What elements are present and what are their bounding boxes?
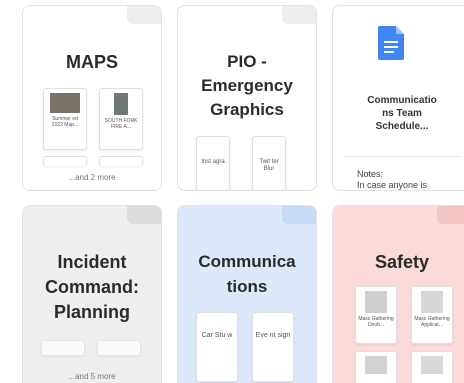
folder-card-maps[interactable]: MAPS Summer ed 2022 Map... SOUTH FORK FI… (22, 5, 162, 191)
folder-title: MAPS (65, 52, 118, 72)
more-files-count: ...and 5 more (68, 372, 116, 381)
file-preview[interactable] (41, 340, 85, 356)
folder-tab-notch (127, 6, 161, 24)
doc-card-communications-team-schedule[interactable]: Communicatio ns Team Schedule... Notes: … (332, 5, 464, 191)
file-preview-label: Summer ed 2022 Map... (51, 116, 79, 128)
folder-card-safety[interactable]: Safety Mass Gathering Doub... Mass Gathe… (332, 205, 464, 383)
file-preview[interactable] (97, 340, 141, 356)
file-preview[interactable]: Car Stu w (196, 312, 238, 382)
folder-title-line: PIO - (227, 52, 267, 71)
file-preview-label: Inst agra (201, 159, 225, 165)
map-thumbnail-icon (114, 93, 128, 115)
folder-card-pio-emergency-graphics[interactable]: PIO - Emergency Graphics Inst agra Twit … (177, 5, 317, 191)
file-preview-label: Car Stu w (201, 332, 233, 339)
doc-title-line: Schedule... (375, 121, 429, 132)
document-thumbnail-icon (421, 356, 443, 374)
folder-title-line: Planning (54, 302, 130, 322)
folder-title-line: Command: (45, 277, 139, 297)
folder-card-incident-command-planning[interactable]: Incident Command: Planning ...and 5 more (22, 205, 162, 383)
google-docs-icon (378, 26, 404, 60)
document-thumbnail-icon (421, 291, 443, 313)
file-preview[interactable] (355, 351, 397, 383)
folder-title-line: tions (226, 277, 268, 296)
file-preview[interactable]: Inst agra (196, 136, 230, 190)
file-preview[interactable] (99, 156, 143, 166)
notes-label: Notes: (357, 169, 384, 179)
folder-tab-notch (282, 6, 316, 24)
file-preview-label: Eve nt sign (255, 332, 291, 339)
file-preview[interactable]: Mass Gathering Doub... (355, 286, 397, 344)
document-thumbnail-icon (365, 356, 387, 374)
doc-title-line: Communicatio (367, 95, 437, 106)
folder-title-line: Communica (198, 252, 296, 271)
file-preview-label: Mass Gathering Doub... (358, 316, 394, 328)
notes-text: In case anyone is (357, 180, 428, 190)
folder-title: Safety (374, 252, 430, 272)
folder-tab-notch (282, 206, 316, 224)
file-preview[interactable]: Eve nt sign (252, 312, 294, 382)
file-preview[interactable] (411, 351, 453, 383)
map-thumbnail-icon (50, 93, 80, 113)
folder-grid: MAPS Summer ed 2022 Map... SOUTH FORK FI… (0, 0, 464, 383)
folder-tab-notch (437, 206, 464, 224)
file-preview[interactable]: Summer ed 2022 Map... (43, 88, 87, 150)
folder-title-line: Graphics (210, 100, 284, 119)
doc-title-line: ns Team (382, 108, 422, 119)
folder-title-line: Emergency (201, 76, 293, 95)
file-preview-label: Twit ter Blur (259, 159, 279, 172)
file-preview[interactable] (43, 156, 87, 166)
file-preview[interactable]: Mass Gathering Applicat... (411, 286, 453, 344)
document-thumbnail-icon (365, 291, 387, 313)
file-preview-label: Mass Gathering Applicat... (414, 316, 450, 328)
folder-tab-notch (127, 206, 161, 224)
file-preview-label: SOUTH FORK FIRE A... (104, 118, 138, 130)
divider (343, 156, 461, 157)
more-files-count: ...and 2 more (68, 173, 116, 182)
file-preview[interactable]: SOUTH FORK FIRE A... (99, 88, 143, 150)
folder-card-communications[interactable]: Communica tions Car Stu w Eve nt sign (177, 205, 317, 383)
folder-title-line: Incident (57, 252, 127, 272)
file-preview[interactable]: Twit ter Blur (252, 136, 286, 190)
